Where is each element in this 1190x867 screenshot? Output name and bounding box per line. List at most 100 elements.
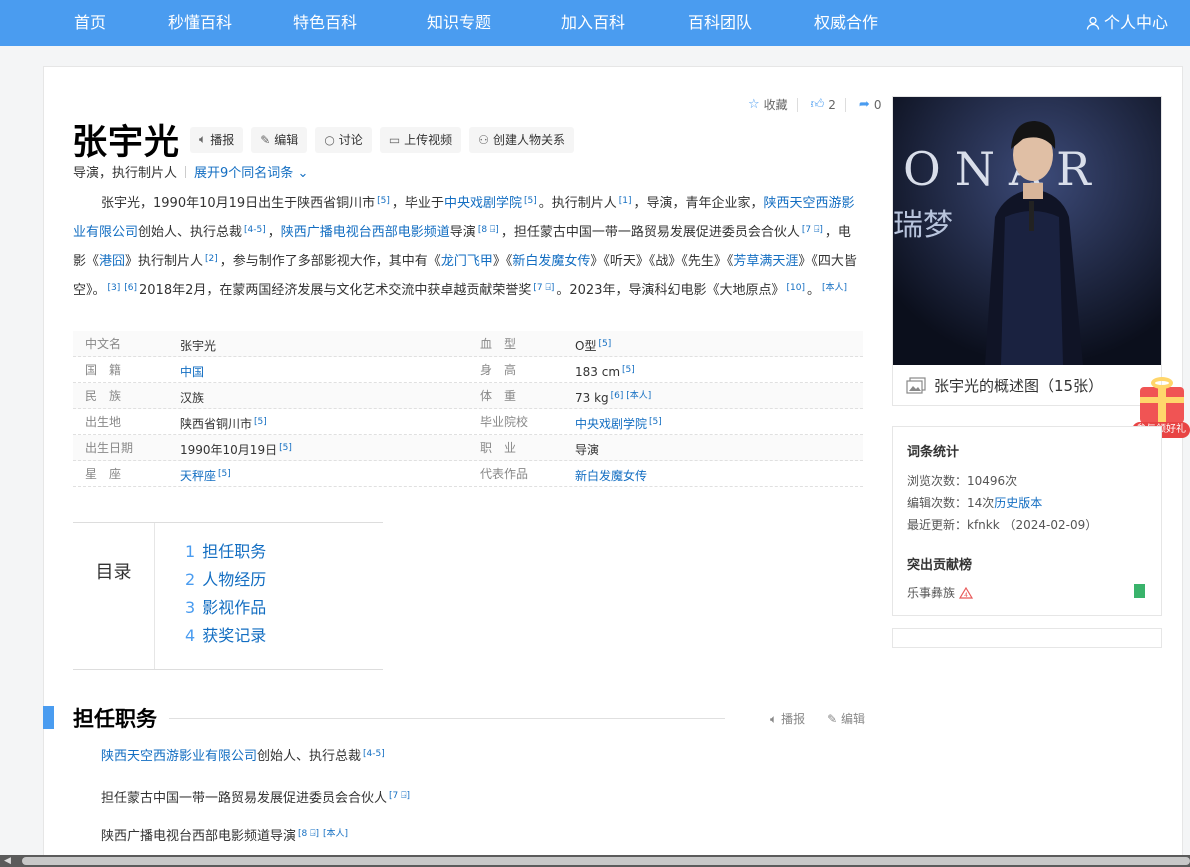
info-name: 出生日期 <box>85 441 134 455</box>
reference[interactable]: [6] [本人] <box>611 391 652 401</box>
gift-bow <box>1151 377 1173 389</box>
reference[interactable]: [3] <box>108 283 121 293</box>
nav-home[interactable]: 首页 <box>74 0 106 46</box>
speak-button[interactable]: 🔈︎ 播报 <box>190 126 244 153</box>
nav-topics[interactable]: 知识专题 <box>427 0 491 46</box>
level-badge-icon: 4 <box>959 586 974 599</box>
user-center-label: 个人中心 <box>1103 13 1168 32</box>
info-name: 身 高 <box>480 363 517 377</box>
reference[interactable]: [5] <box>598 339 611 349</box>
info-name: 体 重 <box>480 389 517 403</box>
reference[interactable]: [5] <box>622 365 635 375</box>
table-row: 出生日期 1990年10月19日 [5] 职 业 导演 <box>73 435 863 461</box>
info-value: 陕西省铜川市 <box>180 417 253 431</box>
info-value: 张宇光 <box>180 339 217 353</box>
reference[interactable]: [7 ⍈] <box>802 225 823 235</box>
catalog-item[interactable]: 2 人物经历 <box>185 569 266 597</box>
chevron-down-icon: ⌄ <box>297 166 309 181</box>
catalog-item[interactable]: 1 担任职务 <box>185 541 266 569</box>
reference[interactable]: [8 ⍈] <box>298 829 319 839</box>
create-relation-button[interactable]: ⚇ 创建人物关系 <box>469 126 574 153</box>
reference[interactable]: [4-5] <box>244 225 266 235</box>
table-row: 民 族 汉族 体 重 73 kg [6] [本人] <box>73 383 863 409</box>
nav-user-center[interactable]: 个人中心 <box>1086 0 1168 46</box>
film-link[interactable]: 新白发魔女传 <box>512 254 590 269</box>
company-link[interactable]: 陕西天空西游影业有限公司 <box>101 749 257 764</box>
photo-backdrop-side-text: 瑞梦 <box>893 208 953 243</box>
gallery-icon <box>906 377 926 394</box>
section-paragraph: 担任蒙古中国一带一路贸易发展促进委员会合伙人 [7 ⍈] <box>101 791 411 806</box>
album-caption[interactable]: 张宇光的概述图（15张） <box>906 375 1103 396</box>
basic-info-table: 中文名 张宇光 血 型 O型 [5] 国 籍中国 身 高 183 cm [5] 民 族汉族… <box>73 331 863 487</box>
reference[interactable]: [5] <box>279 443 292 453</box>
expand-homonyms-link[interactable]: 展开9个同名词条 ⌄ <box>194 166 308 181</box>
film-link[interactable]: 港囧 <box>99 254 125 269</box>
summary-album[interactable]: ONAR 瑞梦 张宇光的概述图（15张） <box>892 96 1162 406</box>
info-name: 国 籍 <box>85 363 122 377</box>
reference[interactable]: [5] <box>524 196 537 206</box>
history-link[interactable]: 历史版本 <box>994 496 1042 510</box>
summary-photo[interactable]: ONAR 瑞梦 <box>893 97 1161 365</box>
collect-label[interactable]: 收藏 <box>764 96 788 113</box>
channel-link[interactable]: 陕西广播电视台西部电影频道 <box>281 225 450 240</box>
edit-button[interactable]: ✎ 编辑 <box>251 126 308 153</box>
reference[interactable]: [7 ⍈] <box>389 791 410 801</box>
self-tag[interactable]: [本人] <box>822 283 847 293</box>
nav-cooperation[interactable]: 权威合作 <box>814 0 878 46</box>
section-actions: 🔈︎ 播报 ✎ 编辑 <box>770 710 865 727</box>
section-speak-button[interactable]: 🔈︎ 播报 <box>770 710 805 727</box>
reference[interactable]: [2] <box>205 254 218 264</box>
catalog-item[interactable]: 4 获奖记录 <box>185 625 266 653</box>
reference[interactable]: [5] <box>254 417 267 427</box>
reference[interactable]: [10] <box>786 283 804 293</box>
entry-summary: 张宇光，1990年10月19日出生于陕西省铜川市 [5] ，毕业于中央戏剧学院 [5]… <box>73 196 857 298</box>
film-link[interactable]: 龙门飞甲 <box>441 254 493 269</box>
catalog-item[interactable]: 3 影视作品 <box>185 597 266 625</box>
info-value-link[interactable]: 新白发魔女传 <box>575 469 647 483</box>
chat-icon: ○ <box>324 132 335 147</box>
divider <box>844 97 846 112</box>
school-link[interactable]: 中央戏剧学院 <box>444 196 522 211</box>
reference[interactable]: [8 ⍈] <box>478 225 499 235</box>
info-value-link[interactable]: 中央戏剧学院 <box>575 417 647 431</box>
horizontal-scrollbar[interactable]: ◀ <box>0 855 1190 867</box>
nav-featured[interactable]: 特色百科 <box>293 0 357 46</box>
info-value: 73 kg <box>575 391 609 405</box>
star-icon[interactable]: ☆ <box>748 97 760 112</box>
film-link[interactable]: 芳草满天涯 <box>733 254 798 269</box>
scrollbar-thumb[interactable] <box>22 857 1190 865</box>
self-tag[interactable]: [本人] <box>323 829 348 839</box>
contrib-title: 突出贡献榜 <box>907 558 973 573</box>
reference[interactable]: [6] <box>124 283 137 293</box>
section-marker <box>43 706 54 729</box>
info-value-link[interactable]: 中国 <box>180 365 204 379</box>
share-icon[interactable]: ➦ <box>859 97 870 112</box>
table-row: 星 座 天秤座 [5] 代表作品 新白发魔女传 <box>73 461 863 487</box>
nav-miaodong[interactable]: 秒懂百科 <box>168 0 232 46</box>
reference[interactable]: [5] <box>649 417 662 427</box>
nav-join[interactable]: 加入百科 <box>561 0 625 46</box>
scroll-left-icon[interactable]: ◀ <box>4 856 11 866</box>
reference[interactable]: [5] <box>218 469 231 479</box>
nav-team[interactable]: 百科团队 <box>688 0 752 46</box>
reference[interactable]: [7 ⍈] <box>533 283 554 293</box>
entry-stats: 词条统计 浏览次数：10496次 编辑次数：14次历史版本 最近更新：kfnkk… <box>892 426 1162 616</box>
contributor[interactable]: 乐事彝族 4 <box>907 584 974 601</box>
section-divider <box>169 718 725 719</box>
info-value: 导演 <box>575 443 600 457</box>
entry-description: 导演，执行制片人 <box>73 166 178 181</box>
stats-title: 词条统计 <box>907 445 960 460</box>
thumbs-up-icon[interactable]: 👍︎ <box>811 97 825 112</box>
reference[interactable]: [5] <box>377 196 390 206</box>
upload-video-button[interactable]: ▭ 上传视频 <box>379 126 462 153</box>
pencil-icon: ✎ <box>260 132 271 147</box>
info-name: 星 座 <box>85 467 122 481</box>
reference[interactable]: [4-5] <box>363 749 385 759</box>
people-icon: ⚇ <box>478 132 489 147</box>
bookmark-icon[interactable] <box>1134 584 1145 598</box>
info-value-link[interactable]: 天秤座 <box>180 469 216 483</box>
discuss-button[interactable]: ○ 讨论 <box>315 126 372 153</box>
section-edit-button[interactable]: ✎ 编辑 <box>827 710 865 727</box>
reference[interactable]: [1] <box>619 196 632 206</box>
video-icon: ▭ <box>388 132 401 147</box>
